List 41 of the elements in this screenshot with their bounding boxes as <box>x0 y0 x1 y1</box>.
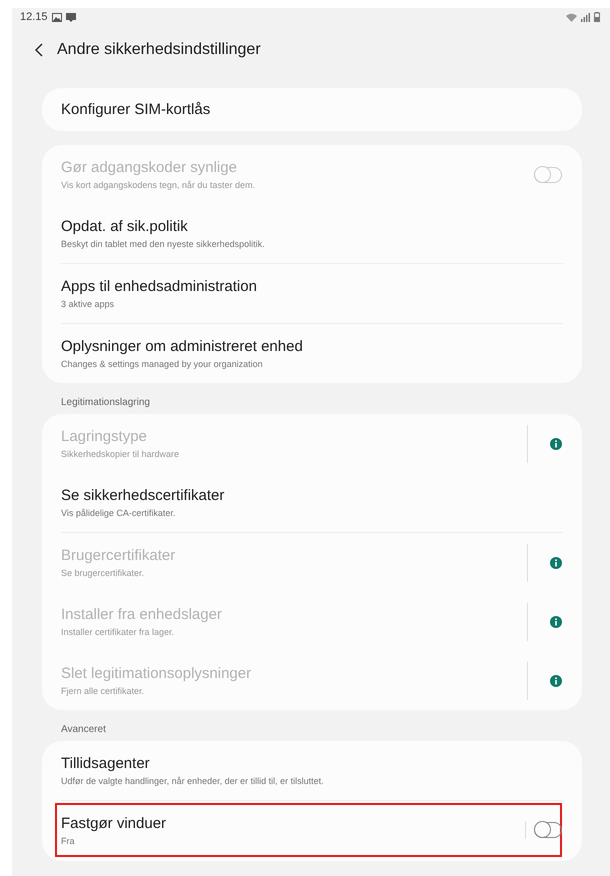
item-title: Oplysninger om administreret enhed <box>61 338 304 355</box>
item-title: Fastgør vinduer <box>61 814 168 832</box>
battery-icon <box>594 12 600 22</box>
signal-icon <box>581 12 590 22</box>
item-subtitle: Installer certifikater fra lager. <box>61 627 176 637</box>
item-title: Gør adgangskoder synlige <box>61 159 238 176</box>
item-subtitle: Fjern alle certifikater. <box>61 686 146 696</box>
item-title: Lagringstype <box>61 428 148 445</box>
item-title: Brugercertifikater <box>61 547 176 564</box>
item-title: Installer fra enhedslager <box>61 606 223 623</box>
back-icon[interactable] <box>34 43 43 57</box>
item-title: Apps til enhedsadministration <box>61 278 258 295</box>
item-subtitle: Udfør de valgte handlinger, når enheder, der er tillid til, er tilsluttet. <box>61 776 325 786</box>
wifi-icon <box>566 12 577 22</box>
item-subtitle: 3 aktive apps <box>61 299 116 309</box>
settings-item[interactable]: Oplysninger om administreret enhed Changes & settings managed by your organization <box>42 324 582 383</box>
toggle-switch[interactable] <box>534 822 562 838</box>
item-subtitle: Vis pålidelige CA-certifikater. <box>61 508 176 518</box>
item-title: Se sikkerhedscertifikater <box>61 487 226 504</box>
item-subtitle: Fra <box>61 836 76 846</box>
section-label: Avanceret <box>60 723 107 737</box>
item-subtitle: Vis kort adgangskodens tegn, når du taster dem. <box>61 180 256 190</box>
picture-notification-icon <box>52 12 62 22</box>
item-subtitle: Changes & settings managed by your organization <box>61 359 264 369</box>
settings-item[interactable]: Apps til enhedsadministration 3 aktive apps <box>42 264 582 323</box>
item-title: Konfigurer SIM-kortlås <box>61 101 212 118</box>
item-subtitle: Sikkerhedskopier til hardware <box>61 449 180 459</box>
status-time: 12.15 <box>20 11 48 23</box>
message-notification-icon <box>66 12 76 22</box>
settings-item[interactable]: Tillidsagenter Udfør de valgte handlinger, når enheder, der er tillid til, er tilsluttet. <box>42 741 582 800</box>
settings-item[interactable]: Fastgør vinduer Fra <box>55 803 562 857</box>
item-title: Slet legitimationsoplysninger <box>61 665 252 682</box>
settings-item[interactable]: Se sikkerhedscertifikater Vis pålidelige CA-certifikater. <box>42 473 582 532</box>
item-subtitle: Beskyt din tablet med den nyeste sikkerhedspolitik. <box>61 239 266 249</box>
item-title: Tillidsagenter <box>61 755 151 772</box>
item-subtitle: Se brugercertifikater. <box>61 568 146 578</box>
settings-item[interactable]: Konfigurer SIM-kortlås <box>42 88 582 131</box>
page-title: Andre sikkerhedsindstillinger <box>57 41 261 59</box>
settings-item[interactable]: Opdat. af sik.politik Beskyt din tablet med den nyeste sikkerhedspolitik. <box>42 204 582 263</box>
item-title: Opdat. af sik.politik <box>61 218 189 235</box>
section-label: Legitimationslagring <box>60 396 151 410</box>
